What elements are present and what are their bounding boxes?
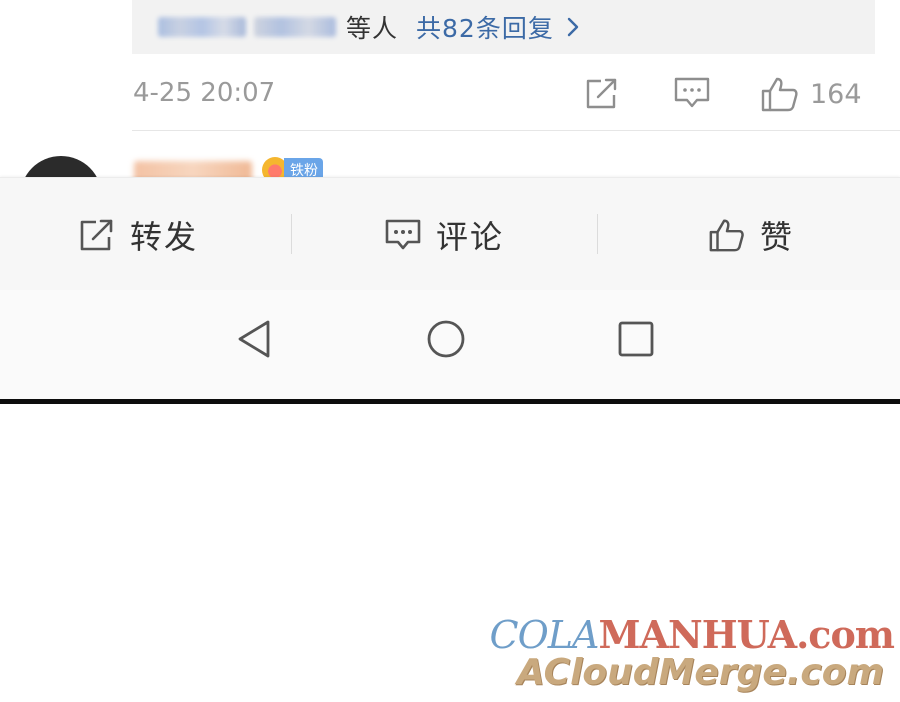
comment-repost-button[interactable] <box>584 76 620 110</box>
comment-label: 评论 <box>436 217 505 256</box>
triangle-back-icon[interactable] <box>234 318 274 360</box>
square-recent-icon[interactable] <box>616 318 656 360</box>
bottom-action-bar: 转发 评论 赞 <box>0 177 900 291</box>
view-replies-link[interactable]: 共82条回复 <box>416 9 554 45</box>
comment-meta-row: 4-25 20:07 164 <box>0 66 900 122</box>
comment-like-button[interactable]: 164 <box>760 76 862 112</box>
reply-suffix-text: 等人 <box>346 14 399 43</box>
comment-divider <box>132 130 900 131</box>
circle-home-icon[interactable] <box>425 318 467 360</box>
like-button[interactable]: 赞 <box>708 178 794 291</box>
bar-separator <box>597 214 598 254</box>
like-label: 赞 <box>760 217 795 256</box>
watermark-part-b: MANHUA.com <box>598 612 895 657</box>
share-out-icon <box>586 78 617 109</box>
comment-timestamp: 4-25 20:07 <box>133 78 276 108</box>
blurred-replier-names <box>158 15 344 39</box>
thumbs-up-icon <box>761 77 798 112</box>
watermark-line2: ACloudMerge.com <box>516 652 884 693</box>
comment-reply-button[interactable] <box>673 76 711 110</box>
screenshot-border <box>0 399 900 404</box>
repost-label: 转发 <box>130 217 199 256</box>
comment-bubble-icon <box>385 219 421 249</box>
comment-button[interactable]: 评论 <box>384 178 504 291</box>
blurred-name <box>158 17 246 37</box>
bar-separator <box>291 214 292 254</box>
like-count: 164 <box>810 78 862 110</box>
watermark-line1: COLAMANHUA.com <box>489 612 895 657</box>
watermark-part-a: COLA <box>489 613 600 657</box>
chevron-right-icon <box>567 17 579 37</box>
comment-bubble-icon <box>674 77 710 108</box>
blurred-name <box>254 17 336 37</box>
share-out-icon <box>80 219 113 250</box>
system-nav-bar <box>0 290 900 400</box>
reply-summary[interactable]: 等人 共82条回复 <box>132 0 875 54</box>
repost-button[interactable]: 转发 <box>78 178 198 291</box>
thumbs-up-icon <box>709 219 744 251</box>
app-screen: 等人 共82条回复 4-25 20:07 164 铁粉 转发 评论 赞 <box>0 0 900 400</box>
